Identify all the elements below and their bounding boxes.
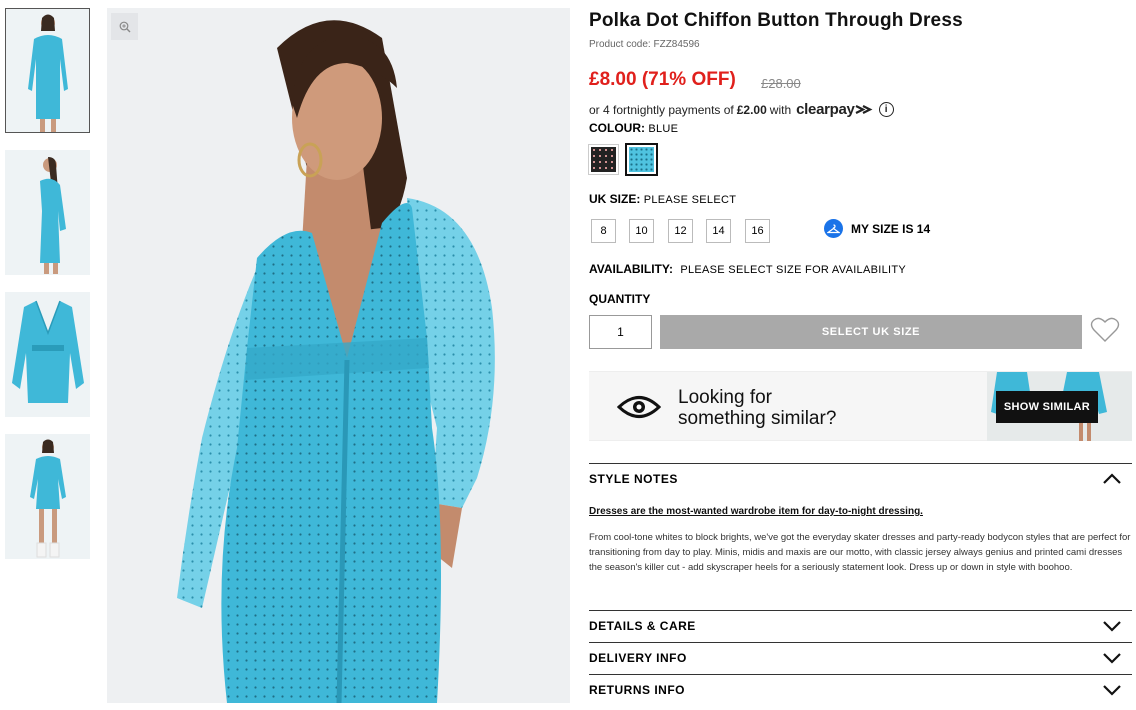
clearpay-amount: £2.00 xyxy=(736,102,767,117)
similar-line-2: something similar? xyxy=(678,408,837,429)
chevron-down-icon xyxy=(1103,621,1121,632)
colour-value: BLUE xyxy=(648,123,679,135)
clearpay-logo: clearpay xyxy=(796,101,873,118)
show-similar-button[interactable]: SHOW SIMILAR xyxy=(995,391,1098,423)
size-value: PLEASE SELECT xyxy=(643,194,737,206)
colour-label-text: COLOUR: xyxy=(589,121,645,135)
shop-similar-banner: Looking for something similar? SHOW SIMI… xyxy=(589,371,1132,441)
size-option-10[interactable]: 10 xyxy=(629,219,654,243)
accordion-returns-title: RETURNS INFO xyxy=(589,683,685,697)
colour-label: COLOUR: BLUE xyxy=(589,121,678,135)
info-icon[interactable]: i xyxy=(878,102,894,117)
swatch-blue[interactable] xyxy=(625,143,658,176)
quantity-label: QUANTITY xyxy=(589,292,651,306)
clearpay-brand: clearpay xyxy=(796,101,855,118)
accordion-details-title: DETAILS & CARE xyxy=(589,619,696,633)
clearpay-prefix: or 4 fortnightly payments of xyxy=(589,102,734,117)
select-size-button[interactable]: SELECT UK SIZE xyxy=(660,315,1082,349)
main-product-image[interactable] xyxy=(107,8,570,703)
sale-price: £8.00 (71% OFF) xyxy=(589,69,736,90)
product-title: Polka Dot Chiffon Button Through Dress xyxy=(589,10,963,31)
accordion-details-care[interactable]: DETAILS & CARE xyxy=(589,610,1132,641)
zoom-in-icon xyxy=(119,21,130,32)
size-label-text: UK SIZE: xyxy=(589,192,641,206)
chevron-down-icon xyxy=(1103,653,1121,664)
eye-icon xyxy=(617,396,661,418)
my-size-link[interactable]: MY SIZE IS 14 xyxy=(824,219,930,238)
size-option-12[interactable]: 12 xyxy=(668,219,693,243)
accordion-style-notes-title: STYLE NOTES xyxy=(589,472,678,486)
thumbnail-gallery xyxy=(5,8,90,576)
accordion-style-notes[interactable]: STYLE NOTES xyxy=(589,463,1132,494)
similar-heading: Looking for something similar? xyxy=(678,387,836,429)
original-price: £28.00 xyxy=(761,76,801,91)
availability-label: AVAILABILITY: xyxy=(589,262,673,276)
thumbnail-image xyxy=(27,14,68,132)
zoom-button[interactable] xyxy=(111,13,138,40)
availability-value: PLEASE SELECT SIZE FOR AVAILABILITY xyxy=(680,264,907,276)
heart-icon[interactable] xyxy=(1090,316,1120,344)
product-code: Product code: FZZ84596 xyxy=(589,39,700,50)
swatch-black[interactable] xyxy=(588,144,619,175)
thumbnail-image xyxy=(39,157,66,274)
size-label: UK SIZE: PLEASE SELECT xyxy=(589,192,736,206)
thumbnail-image xyxy=(29,439,66,558)
chevron-down-icon xyxy=(1103,685,1121,696)
clearpay-with: with xyxy=(769,102,792,117)
style-notes-headline[interactable]: Dresses are the most-wanted wardrobe ite… xyxy=(589,506,923,517)
accordion-delivery-title: DELIVERY INFO xyxy=(589,651,687,665)
model-illustration xyxy=(177,20,495,703)
availability: AVAILABILITY: PLEASE SELECT SIZE FOR AVA… xyxy=(589,262,906,276)
my-size-text: MY SIZE IS 14 xyxy=(851,221,931,236)
thumbnail-1[interactable] xyxy=(5,8,90,133)
hanger-icon xyxy=(824,219,843,238)
size-option-8[interactable]: 8 xyxy=(591,219,616,243)
quantity-input[interactable] xyxy=(589,315,652,349)
chevron-up-icon xyxy=(1103,473,1121,484)
accordion-delivery-info[interactable]: DELIVERY INFO xyxy=(589,642,1132,673)
thumbnail-4[interactable] xyxy=(5,434,90,559)
thumbnail-image xyxy=(11,300,84,403)
similar-line-1: Looking for xyxy=(678,387,773,408)
style-notes-body: From cool-tone whites to block brights, … xyxy=(589,532,1131,573)
clearpay-installments: or 4 fortnightly payments of £2.00 with … xyxy=(589,101,894,118)
thumbnail-2[interactable] xyxy=(5,150,90,275)
size-option-14[interactable]: 14 xyxy=(706,219,731,243)
clearpay-arrows-icon xyxy=(855,105,873,114)
thumbnail-3[interactable] xyxy=(5,292,90,417)
size-option-16[interactable]: 16 xyxy=(745,219,770,243)
accordion-returns-info[interactable]: RETURNS INFO xyxy=(589,674,1132,705)
